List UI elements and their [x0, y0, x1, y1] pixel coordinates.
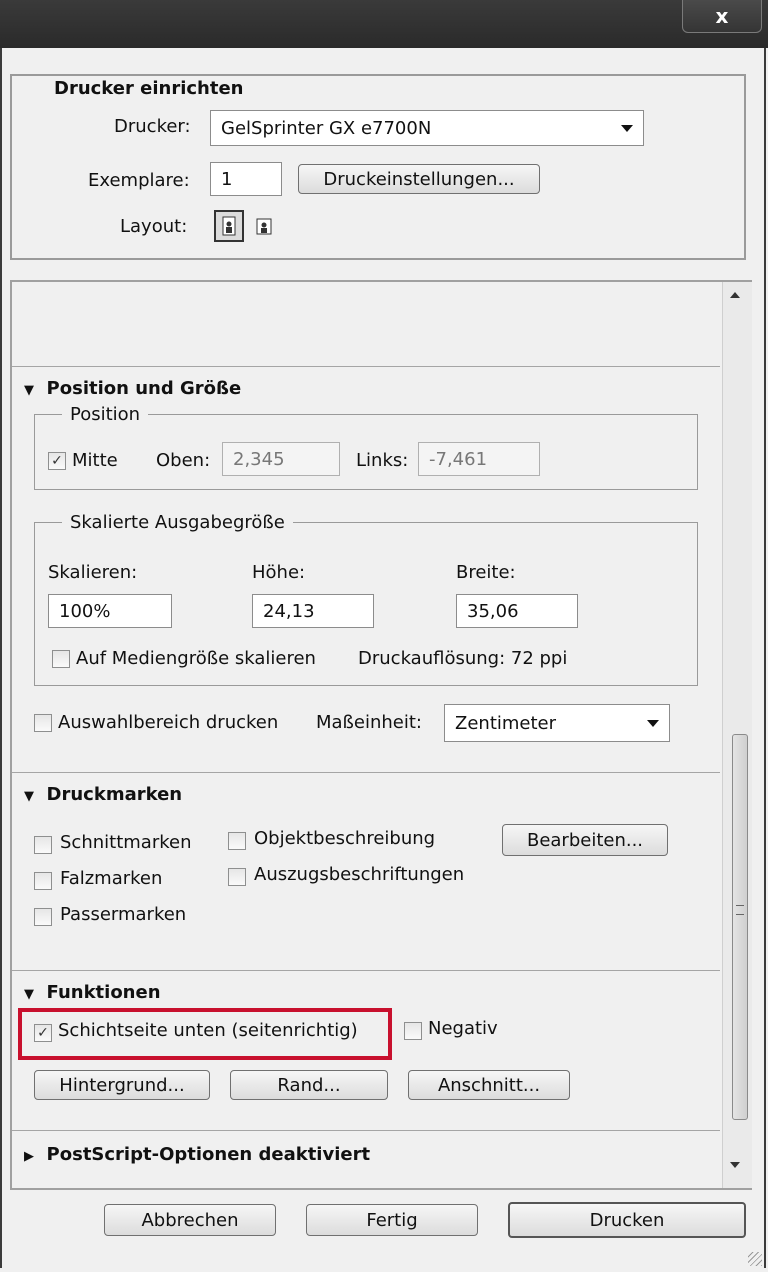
- section-divider: [12, 366, 720, 367]
- print-settings-button[interactable]: Druckeinstellungen...: [298, 164, 540, 194]
- separation-labels-label: Auszugsbeschriftungen: [254, 864, 465, 885]
- print-marks-title: Druckmarken: [46, 784, 183, 805]
- left-value: -7,461: [429, 448, 488, 470]
- crop-marks-checkbox[interactable]: [34, 836, 52, 854]
- printer-setup-title: Drucker einrichten: [54, 78, 244, 99]
- scroll-thumb[interactable]: [732, 734, 748, 1120]
- fold-marks-label: Falzmarken: [60, 868, 163, 889]
- close-button[interactable]: x: [682, 0, 762, 33]
- functions-title: Funktionen: [46, 982, 161, 1003]
- center-label: Mitte: [72, 450, 118, 471]
- bleed-button[interactable]: Anschnitt...: [408, 1070, 570, 1100]
- printer-select[interactable]: GelSprinter GX e7700N: [210, 110, 644, 146]
- separation-labels-checkbox[interactable]: [228, 868, 246, 886]
- triangle-right-icon: ▶: [24, 1149, 34, 1164]
- fold-marks-checkbox[interactable]: [34, 872, 52, 890]
- print-button[interactable]: Drucken: [508, 1202, 746, 1238]
- done-button-label: Fertig: [366, 1209, 418, 1231]
- section-divider: [12, 1130, 720, 1131]
- top-input[interactable]: 2,345: [222, 442, 340, 476]
- top-label: Oben:: [156, 450, 211, 471]
- bleed-button-label: Anschnitt...: [437, 1074, 541, 1096]
- cancel-button[interactable]: Abbrechen: [104, 1204, 276, 1236]
- object-desc-label: Objektbeschreibung: [254, 828, 436, 849]
- chevron-down-icon: [621, 124, 633, 132]
- printer-label: Drucker:: [114, 116, 191, 137]
- scale-label: Skalieren:: [48, 562, 138, 583]
- crop-marks-label: Schnittmarken: [60, 832, 192, 853]
- resize-grip-icon[interactable]: [748, 1252, 762, 1266]
- scroll-down-arrow-icon[interactable]: [730, 1162, 740, 1168]
- center-checkbox[interactable]: ✓: [48, 452, 66, 470]
- layout-portrait-icon[interactable]: [214, 210, 244, 242]
- print-selection-checkbox[interactable]: [34, 714, 52, 732]
- height-label: Höhe:: [252, 562, 306, 583]
- copies-value: 1: [221, 168, 233, 190]
- top-value: 2,345: [233, 448, 285, 470]
- postscript-title: PostScript-Optionen deaktiviert: [46, 1144, 371, 1165]
- scroll-up-arrow-icon[interactable]: [730, 292, 740, 298]
- left-input[interactable]: -7,461: [418, 442, 540, 476]
- object-desc-checkbox[interactable]: [228, 832, 246, 850]
- negative-label: Negativ: [428, 1018, 498, 1039]
- scaled-size-title: Skalierte Ausgabegröße: [62, 512, 293, 533]
- section-divider: [12, 970, 720, 971]
- layout-label: Layout:: [120, 216, 188, 237]
- scale-value: 100%: [59, 600, 111, 622]
- cancel-button-label: Abbrechen: [141, 1209, 239, 1231]
- background-button-label: Hintergrund...: [59, 1074, 185, 1096]
- height-input[interactable]: 24,13: [252, 594, 374, 628]
- close-icon: x: [715, 4, 729, 28]
- background-button[interactable]: Hintergrund...: [34, 1070, 210, 1100]
- fit-media-checkbox[interactable]: [52, 650, 70, 668]
- edit-marks-button[interactable]: Bearbeiten...: [502, 824, 668, 856]
- copies-label: Exemplare:: [88, 170, 190, 191]
- done-button[interactable]: Fertig: [306, 1204, 478, 1236]
- border-button[interactable]: Rand...: [230, 1070, 388, 1100]
- printer-value: GelSprinter GX e7700N: [221, 117, 432, 139]
- print-marks-header[interactable]: ▼ Druckmarken: [24, 784, 182, 805]
- print-button-label: Drucken: [589, 1209, 665, 1231]
- edit-marks-label: Bearbeiten...: [526, 829, 644, 851]
- left-label: Links:: [356, 450, 409, 471]
- resolution-text: Druckauflösung: 72 ppi: [358, 648, 568, 669]
- chevron-down-icon: [647, 719, 659, 727]
- title-bar: x: [0, 0, 768, 48]
- triangle-down-icon: ▼: [24, 987, 34, 1002]
- registration-marks-label: Passermarken: [60, 904, 187, 925]
- registration-marks-checkbox[interactable]: [34, 908, 52, 926]
- width-value: 35,06: [467, 600, 519, 622]
- position-size-title: Position und Größe: [46, 378, 242, 399]
- scale-input[interactable]: 100%: [48, 594, 172, 628]
- unit-value: Zentimeter: [455, 712, 557, 734]
- grip-icon: [736, 905, 744, 915]
- triangle-down-icon: ▼: [24, 383, 34, 398]
- fit-media-label: Auf Mediengröße skalieren: [76, 648, 316, 669]
- print-selection-label: Auswahlbereich drucken: [58, 712, 279, 733]
- copies-input[interactable]: 1: [210, 162, 282, 196]
- layout-landscape-icon[interactable]: [252, 212, 280, 240]
- height-value: 24,13: [263, 600, 315, 622]
- postscript-header[interactable]: ▶ PostScript-Optionen deaktiviert: [24, 1144, 370, 1165]
- width-label: Breite:: [456, 562, 516, 583]
- functions-header[interactable]: ▼ Funktionen: [24, 982, 161, 1003]
- section-divider: [12, 772, 720, 773]
- position-size-header[interactable]: ▼ Position und Größe: [24, 378, 241, 399]
- triangle-down-icon: ▼: [24, 789, 34, 804]
- border-button-label: Rand...: [277, 1074, 341, 1096]
- print-settings-label: Druckeinstellungen...: [323, 168, 515, 190]
- highlight-box: [18, 1008, 392, 1060]
- unit-select[interactable]: Zentimeter: [444, 704, 670, 742]
- negative-checkbox[interactable]: [404, 1022, 422, 1040]
- vertical-scrollbar[interactable]: [722, 282, 752, 1188]
- width-input[interactable]: 35,06: [456, 594, 578, 628]
- unit-label: Maßeinheit:: [316, 712, 422, 733]
- position-group-title: Position: [62, 404, 149, 425]
